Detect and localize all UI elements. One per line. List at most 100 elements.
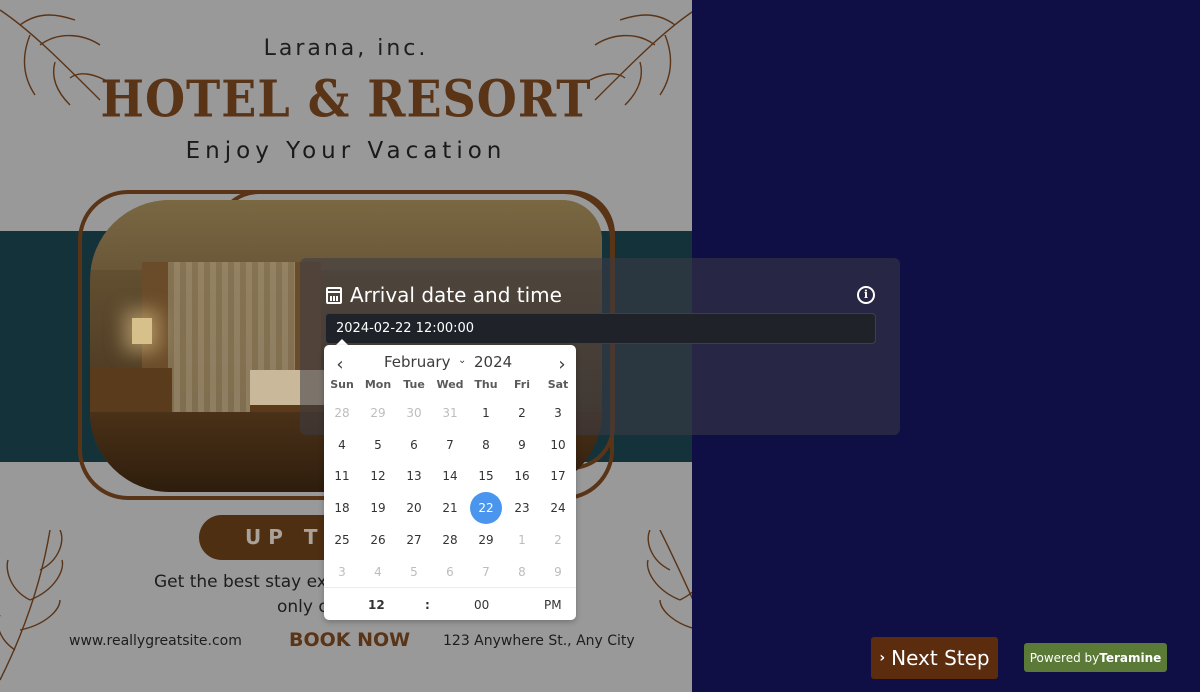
day-cell[interactable]: 3 (324, 556, 360, 588)
day-number: 30 (406, 405, 422, 420)
next-step-button[interactable]: › Next Step (871, 637, 998, 679)
day-cell[interactable]: 16 (504, 461, 540, 493)
day-cell[interactable]: 1 (468, 397, 504, 429)
day-number: 5 (374, 437, 382, 452)
chevron-down-icon[interactable]: ⌄ (458, 355, 466, 366)
day-number: 4 (374, 564, 382, 579)
arrival-datetime-input[interactable]: 2024-02-22 12:00:00 (325, 313, 876, 344)
weekday-label: Mon (364, 378, 392, 391)
day-cell[interactable]: 19 (360, 492, 396, 524)
promo-text-line-1: Get the best stay ex (154, 572, 327, 592)
day-number: 2 (518, 405, 526, 420)
day-cell[interactable]: 2 (540, 524, 576, 556)
weekday-header: Sun Mon Tue Wed Thu Fri Sat (324, 378, 576, 391)
day-cell[interactable]: 9 (504, 429, 540, 461)
day-cell[interactable]: 8 (468, 429, 504, 461)
day-number: 2 (554, 533, 562, 548)
day-cell[interactable]: 5 (396, 556, 432, 588)
day-cell[interactable]: 27 (396, 524, 432, 556)
day-number: 17 (550, 469, 566, 484)
poster-tagline: Enjoy Your Vacation (185, 138, 507, 164)
day-number: 4 (338, 437, 346, 452)
promo-text-line-2: only o (277, 597, 329, 617)
day-cell[interactable]: 7 (468, 556, 504, 588)
ampm-toggle[interactable]: PM (544, 598, 562, 612)
day-cell[interactable]: 28 (432, 524, 468, 556)
day-cell[interactable]: 1 (504, 524, 540, 556)
day-cell[interactable]: 4 (360, 556, 396, 588)
day-number: 27 (406, 533, 422, 548)
weekday-label: Tue (403, 378, 425, 391)
month-select[interactable]: February (384, 353, 450, 371)
brand-name: Larana, inc. (263, 36, 429, 61)
day-number: 16 (514, 469, 530, 484)
day-cell[interactable]: 12 (360, 461, 396, 493)
chevron-right-icon: › (879, 650, 886, 666)
day-number: 7 (482, 564, 490, 579)
day-cell[interactable]: 11 (324, 461, 360, 493)
day-number: 1 (482, 405, 490, 420)
day-number: 22 (470, 492, 502, 525)
next-month-button[interactable]: › (552, 355, 572, 375)
day-number: 18 (334, 501, 350, 516)
day-cell[interactable]: 31 (432, 397, 468, 429)
year-input[interactable]: 2024 (474, 353, 512, 371)
day-cell[interactable]: 25 (324, 524, 360, 556)
day-cell[interactable]: 18 (324, 492, 360, 524)
day-number: 5 (410, 564, 418, 579)
day-number: 8 (518, 564, 526, 579)
day-cell[interactable]: 29 (468, 524, 504, 556)
day-cell-selected[interactable]: 22 (468, 492, 504, 525)
weekday-label: Sun (330, 378, 354, 391)
day-cell[interactable]: 2 (504, 397, 540, 429)
day-number: 24 (550, 501, 566, 516)
day-cell[interactable]: 4 (324, 429, 360, 461)
poster-address: 123 Anywhere St., Any City (443, 633, 635, 649)
powered-by-brand: Teramine (1099, 650, 1162, 665)
day-cell[interactable]: 13 (396, 461, 432, 493)
day-grid: 28 29 30 31 1 2 3 4 5 6 7 8 9 10 11 12 13 14 15 16 17 18 19 20 2… (324, 397, 576, 588)
day-number: 28 (334, 405, 350, 420)
day-cell[interactable]: 5 (360, 429, 396, 461)
day-number: 13 (406, 469, 422, 484)
question-title-text: Arrival date and time (350, 283, 562, 307)
day-cell[interactable]: 24 (540, 492, 576, 524)
time-selector: 12 : 00 PM (324, 587, 576, 620)
day-cell[interactable]: 17 (540, 461, 576, 493)
day-number: 6 (410, 437, 418, 452)
day-number: 31 (442, 405, 458, 420)
day-cell[interactable]: 7 (432, 429, 468, 461)
weekday-label: Wed (436, 378, 464, 391)
day-cell[interactable]: 8 (504, 556, 540, 588)
hour-input[interactable]: 12 (368, 598, 385, 612)
day-cell[interactable]: 10 (540, 429, 576, 461)
minute-input[interactable]: 00 (474, 598, 489, 612)
leaf-decoration-icon (646, 530, 692, 629)
leaf-decoration-icon (0, 530, 64, 681)
poster-website: www.reallygreatsite.com (69, 633, 242, 649)
day-cell[interactable]: 20 (396, 492, 432, 524)
question-title: Arrival date and time (326, 283, 562, 307)
day-cell[interactable]: 29 (360, 397, 396, 429)
day-cell[interactable]: 14 (432, 461, 468, 493)
day-cell[interactable]: 28 (324, 397, 360, 429)
info-icon[interactable]: i (857, 286, 875, 304)
day-cell[interactable]: 6 (396, 429, 432, 461)
day-number: 3 (338, 564, 346, 579)
day-cell[interactable]: 30 (396, 397, 432, 429)
day-cell[interactable]: 6 (432, 556, 468, 588)
powered-by-badge[interactable]: Powered by Teramine (1024, 643, 1167, 672)
day-number: 9 (554, 564, 562, 579)
day-cell[interactable]: 21 (432, 492, 468, 524)
day-cell[interactable]: 26 (360, 524, 396, 556)
day-cell[interactable]: 15 (468, 461, 504, 493)
date-picker: ‹ February ⌄ 2024 › Sun Mon Tue Wed Thu … (324, 345, 576, 620)
day-number: 3 (554, 405, 562, 420)
day-number: 21 (442, 501, 458, 516)
day-number: 9 (518, 437, 526, 452)
prev-month-button[interactable]: ‹ (330, 355, 350, 375)
day-cell[interactable]: 23 (504, 492, 540, 524)
day-cell[interactable]: 3 (540, 397, 576, 429)
day-cell[interactable]: 9 (540, 556, 576, 588)
poster-headline: HOTEL & RESORT (100, 69, 592, 129)
